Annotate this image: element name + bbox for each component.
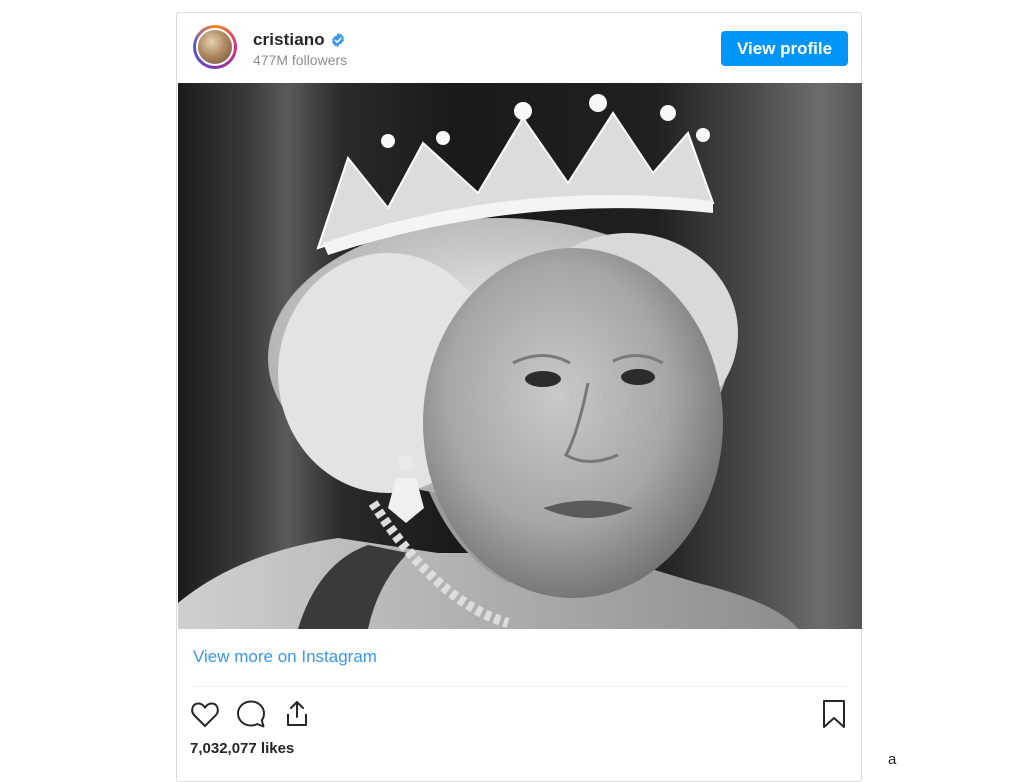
username[interactable]: cristiano bbox=[253, 30, 325, 50]
post-photo[interactable] bbox=[178, 83, 862, 629]
stray-page-text: a bbox=[888, 751, 897, 768]
profile-avatar[interactable] bbox=[193, 25, 237, 69]
like-count: 7,032,077 likes bbox=[190, 740, 295, 757]
divider bbox=[193, 686, 847, 687]
portrait-illustration bbox=[178, 94, 798, 629]
comment-bubble-icon[interactable] bbox=[234, 697, 268, 731]
view-profile-button[interactable]: View profile bbox=[721, 31, 848, 66]
instagram-embed-card: cristiano 477M followers View profile Vi… bbox=[176, 12, 862, 782]
avatar-image bbox=[196, 28, 234, 66]
bookmark-icon[interactable] bbox=[817, 697, 851, 731]
share-upload-icon[interactable] bbox=[280, 697, 314, 731]
follower-count: 477M followers bbox=[253, 52, 348, 68]
verified-badge-icon bbox=[332, 33, 344, 47]
post-header: cristiano 477M followers View profile bbox=[177, 13, 861, 83]
heart-icon[interactable] bbox=[188, 697, 222, 731]
view-more-on-instagram-link[interactable]: View more on Instagram bbox=[193, 647, 377, 667]
